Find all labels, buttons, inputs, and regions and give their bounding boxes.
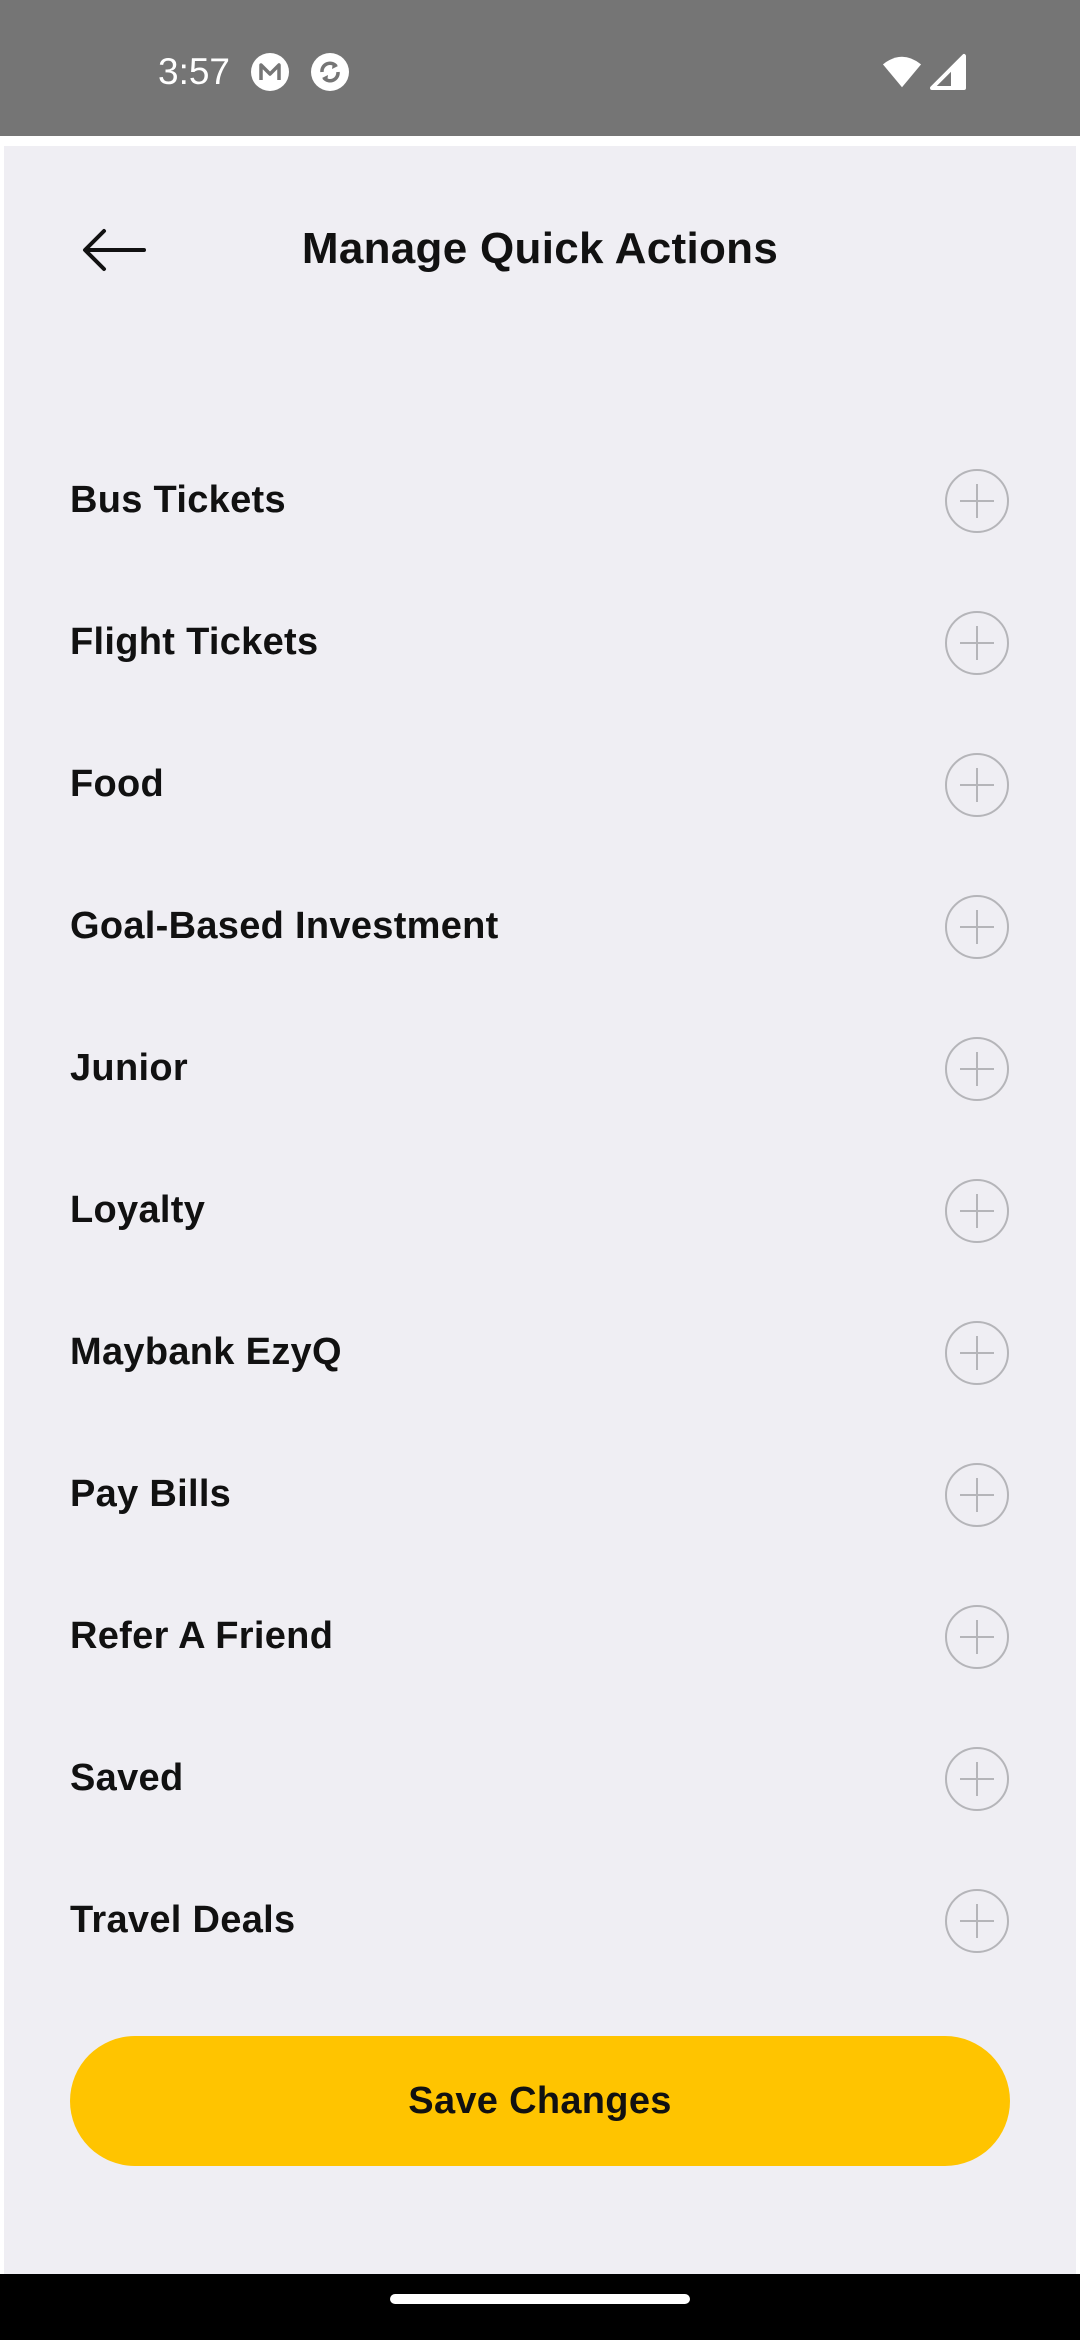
save-changes-button[interactable]: Save Changes (70, 2036, 1010, 2166)
quick-actions-list: Bus Tickets Flight Tickets Food Goal-Bas… (4, 430, 1076, 1992)
list-item: Junior (4, 998, 1076, 1140)
plus-circle-icon (945, 469, 1009, 533)
list-item: Goal-Based Investment (4, 856, 1076, 998)
plus-circle-icon (945, 1321, 1009, 1385)
item-label: Refer A Friend (70, 1615, 334, 1657)
plus-circle-icon (945, 1179, 1009, 1243)
add-button[interactable] (944, 1036, 1010, 1102)
add-button[interactable] (944, 1888, 1010, 1954)
status-bar: 3:57 (0, 0, 1080, 136)
m-logo-icon (250, 52, 290, 92)
item-label: Pay Bills (70, 1473, 232, 1515)
list-item: Saved (4, 1708, 1076, 1850)
list-item: Travel Deals (4, 1850, 1076, 1992)
plus-circle-icon (945, 611, 1009, 675)
wifi-icon (882, 52, 924, 92)
list-item: Maybank EzyQ (4, 1282, 1076, 1424)
list-item: Flight Tickets (4, 572, 1076, 714)
plus-circle-icon (945, 1463, 1009, 1527)
page-title: Manage Quick Actions (301, 224, 779, 273)
item-label: Junior (70, 1047, 188, 1089)
plus-circle-icon (945, 1037, 1009, 1101)
item-label: Loyalty (70, 1189, 206, 1231)
cellular-signal-icon (928, 52, 966, 92)
list-item: Loyalty (4, 1140, 1076, 1282)
home-indicator[interactable] (390, 2294, 690, 2304)
add-button[interactable] (944, 894, 1010, 960)
item-label: Flight Tickets (70, 621, 319, 663)
add-button[interactable] (944, 468, 1010, 534)
add-button[interactable] (944, 752, 1010, 818)
item-label: Travel Deals (70, 1899, 296, 1941)
system-nav-bar (0, 2274, 1080, 2340)
status-time: 3:57 (158, 51, 231, 92)
add-button[interactable] (944, 1178, 1010, 1244)
quick-actions-panel: Manage Quick Actions Bus Tickets Flight … (4, 146, 1076, 2274)
add-button[interactable] (944, 1604, 1010, 1670)
list-item: Food (4, 714, 1076, 856)
add-button[interactable] (944, 1320, 1010, 1386)
plus-circle-icon (945, 1889, 1009, 1953)
plus-circle-icon (945, 895, 1009, 959)
sync-app-icon (310, 52, 350, 92)
plus-circle-icon (945, 1747, 1009, 1811)
screen-container: Manage Quick Actions Bus Tickets Flight … (0, 136, 1080, 2274)
list-item: Refer A Friend (4, 1566, 1076, 1708)
item-label: Saved (70, 1757, 184, 1799)
item-label: Maybank EzyQ (70, 1331, 342, 1373)
add-button[interactable] (944, 610, 1010, 676)
list-item: Bus Tickets (4, 430, 1076, 572)
list-item: Pay Bills (4, 1424, 1076, 1566)
item-label: Goal-Based Investment (70, 905, 499, 947)
add-button[interactable] (944, 1746, 1010, 1812)
item-label: Food (70, 763, 165, 805)
add-button[interactable] (944, 1462, 1010, 1528)
plus-circle-icon (945, 753, 1009, 817)
item-label: Bus Tickets (70, 479, 286, 521)
plus-circle-icon (945, 1605, 1009, 1669)
